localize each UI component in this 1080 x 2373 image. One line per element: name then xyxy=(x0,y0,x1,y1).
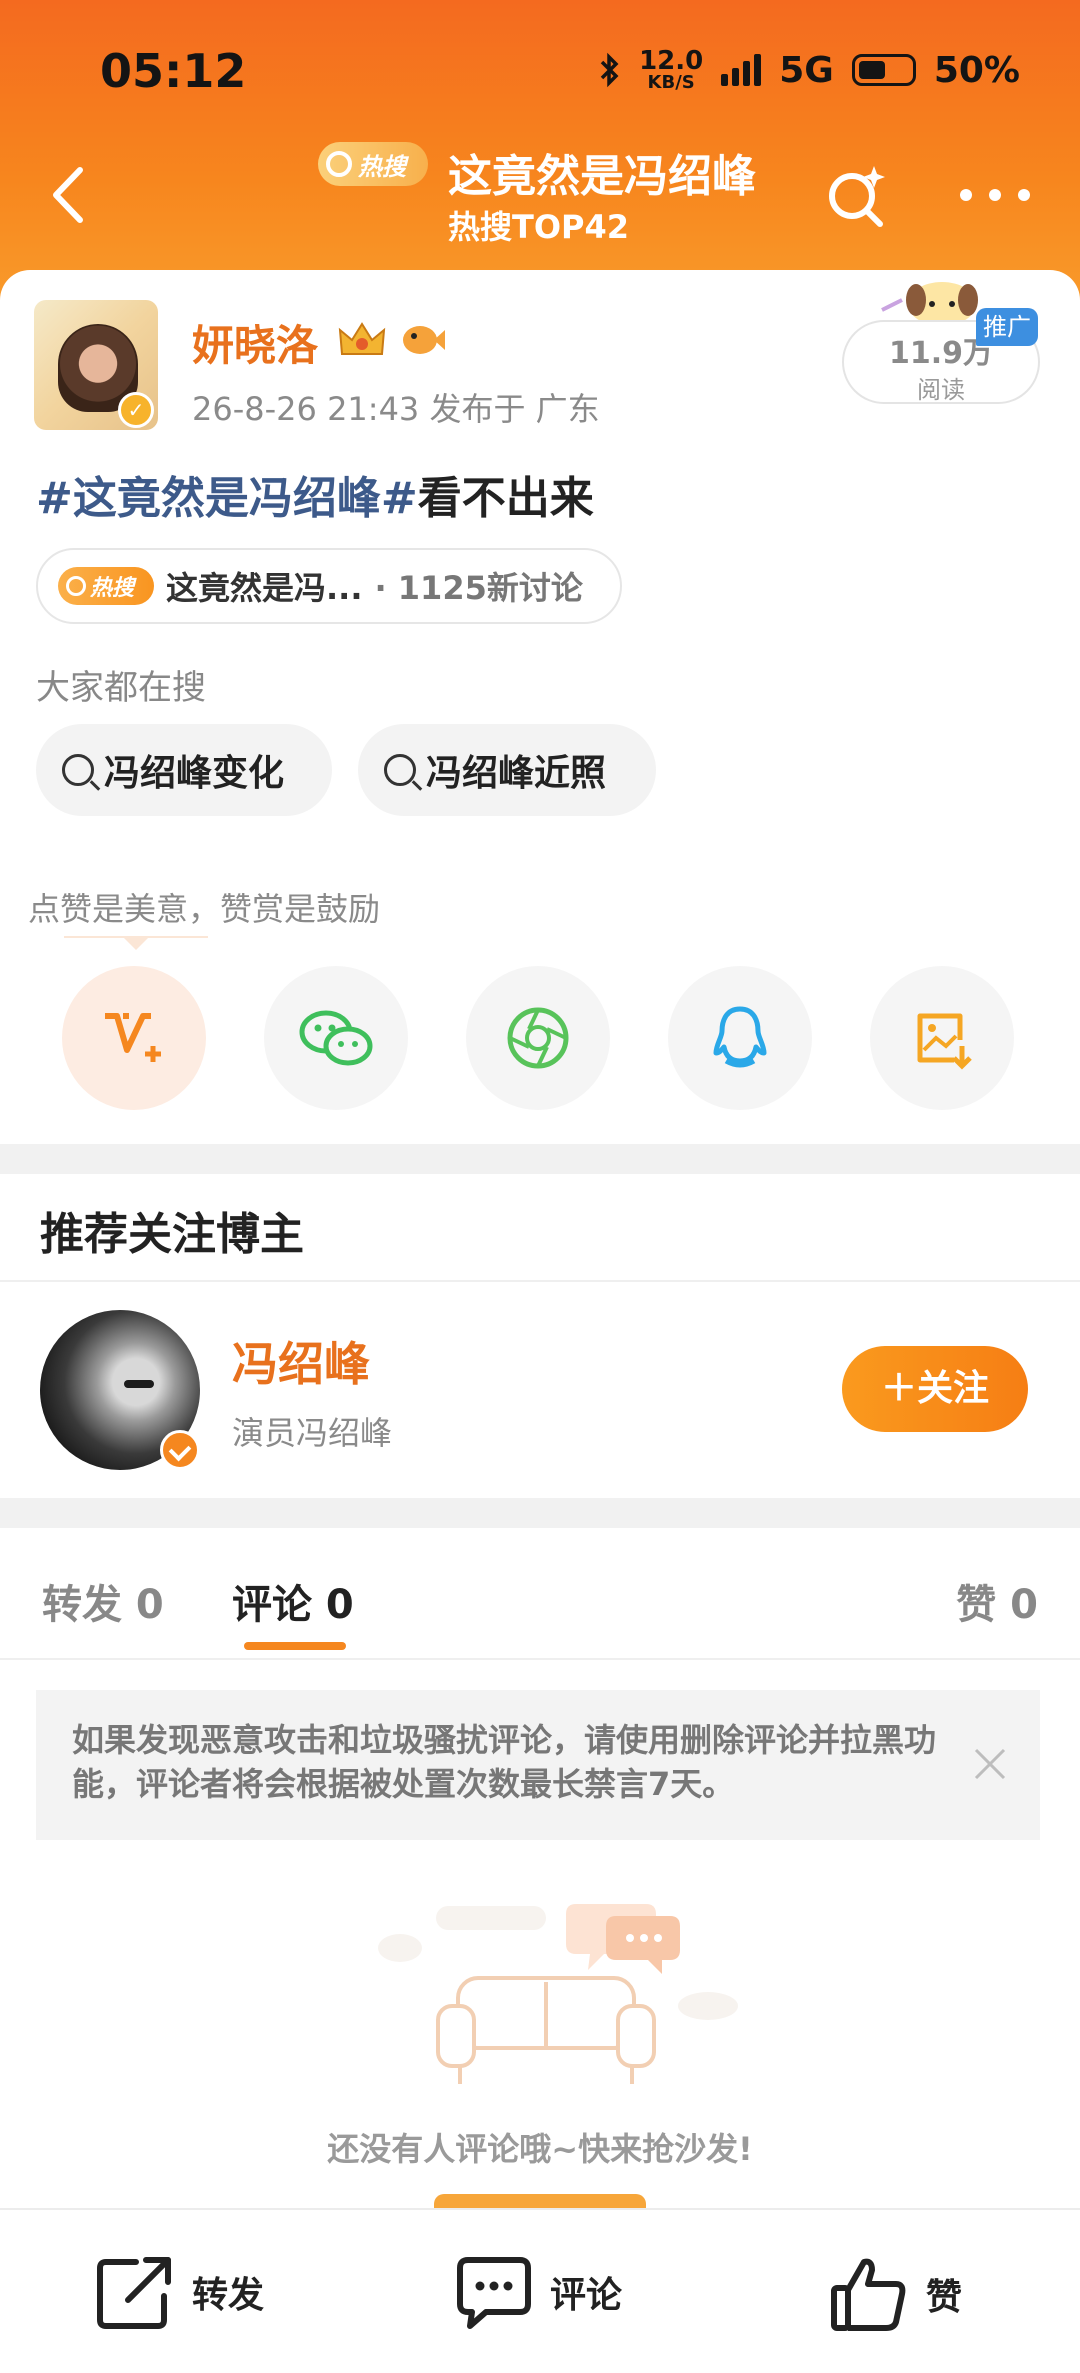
qq-icon xyxy=(713,1006,767,1068)
comment-button[interactable]: 评论 xyxy=(454,2254,622,2330)
divider xyxy=(0,1658,1080,1660)
post-meta: 26-8-26 21:43 发布于 广东 xyxy=(192,390,600,428)
more-icon[interactable] xyxy=(960,180,1030,210)
search-sparkle-icon[interactable] xyxy=(822,160,892,230)
tip-arrow xyxy=(122,936,150,950)
signal-icon xyxy=(721,54,762,86)
comment-notice: 如果发现恶意攻击和垃圾骚扰评论，请使用删除评论并拉黑功能，评论者将会根据被处置次… xyxy=(36,1690,1040,1840)
post-body: 看不出来 xyxy=(417,473,594,524)
empty-comment-text: 还没有人评论哦~快来抢沙发! xyxy=(327,2130,753,2168)
blogger-desc: 演员冯绍峰 xyxy=(232,1414,393,1452)
like-button[interactable]: 赞 xyxy=(830,2254,962,2334)
wechat-icon xyxy=(299,1010,373,1066)
recommend-title: 推荐关注博主 xyxy=(40,1209,304,1260)
divider xyxy=(0,1280,1080,1282)
share-wechat-button[interactable] xyxy=(264,966,408,1110)
net-speed: 12.0 KB/S xyxy=(639,46,704,93)
hot-search-tag: 热搜 xyxy=(58,567,154,605)
post-text: #这竟然是冯绍峰#看不出来 xyxy=(36,462,594,526)
battery-icon xyxy=(851,54,916,86)
reward-button[interactable] xyxy=(62,966,206,1110)
hot-topic-pill[interactable]: 热搜 这竟然是冯... · 1125新讨论 xyxy=(36,548,622,624)
bottom-action-bar: 转发 评论 赞 xyxy=(0,2208,1080,2373)
page-subtitle: 热搜TOP42 xyxy=(448,208,630,246)
search-chip-2[interactable]: 冯绍峰近照 xyxy=(358,724,656,816)
reward-tip: 点赞是美意，赞赏是鼓励 xyxy=(28,890,381,928)
nav-bar: 热搜 这竟然是冯绍峰 热搜TOP42 xyxy=(0,140,1080,250)
hot-search-badge: 热搜 xyxy=(318,142,428,186)
moments-icon xyxy=(507,1007,569,1069)
search-icon xyxy=(66,576,86,596)
author-name[interactable]: 妍晓洛 xyxy=(192,312,318,373)
tab-repost[interactable]: 转发 0 xyxy=(42,1572,164,1630)
mascot-icon xyxy=(881,282,978,326)
section-gap xyxy=(0,1498,1080,1528)
network-type: 5G xyxy=(779,49,834,91)
status-right: 12.0 KB/S 5G 50% xyxy=(599,48,1020,92)
comment-icon xyxy=(457,2257,531,2329)
empty-sofa-illustration xyxy=(378,1904,738,2084)
header: 05:12 12.0 KB/S 5G 50% 热搜 这竟然是冯绍峰 热搜TOP4 xyxy=(0,0,1080,300)
share-moments-button[interactable] xyxy=(466,966,610,1110)
tab-indicator xyxy=(244,1642,346,1650)
bluetooth-icon xyxy=(600,52,619,88)
blogger-name[interactable]: 冯绍峰 xyxy=(232,1328,370,1394)
follow-button[interactable]: ＋关注 xyxy=(842,1346,1028,1432)
save-image-button[interactable] xyxy=(870,966,1014,1110)
status-time: 05:12 xyxy=(100,44,247,98)
promo-badge: 推广 xyxy=(976,308,1038,346)
tab-comment[interactable]: 评论 0 xyxy=(232,1572,354,1630)
repost-button[interactable]: 转发 xyxy=(96,2254,264,2330)
topic-title: 这竟然是冯... xyxy=(166,569,363,607)
share-icon xyxy=(97,2257,171,2329)
comment-tabs: 转发 0 评论 0 赞 0 xyxy=(0,1530,1080,1660)
sofa-button-edge xyxy=(434,2194,646,2208)
status-bar: 05:12 12.0 KB/S 5G 50% xyxy=(0,40,1080,100)
close-icon[interactable] xyxy=(972,1746,1008,1782)
weibo-v-plus-icon xyxy=(105,1013,161,1062)
share-qq-button[interactable] xyxy=(668,966,812,1110)
search-icon xyxy=(62,754,94,786)
search-icon xyxy=(326,151,352,177)
thumbs-up-icon xyxy=(831,2258,906,2331)
notice-text: 如果发现恶意攻击和垃圾骚扰评论，请使用删除评论并拉黑功能，评论者将会根据被处置次… xyxy=(72,1721,937,1803)
verified-badge xyxy=(160,1430,200,1470)
hashtag-link[interactable]: #这竟然是冯绍峰# xyxy=(36,473,418,524)
search-icon xyxy=(384,754,416,786)
back-icon[interactable] xyxy=(40,160,100,230)
verified-badge: ✓ xyxy=(118,392,154,428)
crown-icon xyxy=(338,322,386,355)
page-title: 这竟然是冯绍峰 xyxy=(448,151,756,202)
fish-icon xyxy=(403,326,445,354)
search-chip-1[interactable]: 冯绍峰变化 xyxy=(36,724,332,816)
battery-percent: 50% xyxy=(933,49,1020,91)
tab-like[interactable]: 赞 0 xyxy=(956,1572,1038,1630)
save-image-icon xyxy=(917,1013,972,1070)
trending-search-label: 大家都在搜 xyxy=(36,668,206,708)
topic-count: · 1125新讨论 xyxy=(374,569,583,607)
section-gap xyxy=(0,1144,1080,1174)
